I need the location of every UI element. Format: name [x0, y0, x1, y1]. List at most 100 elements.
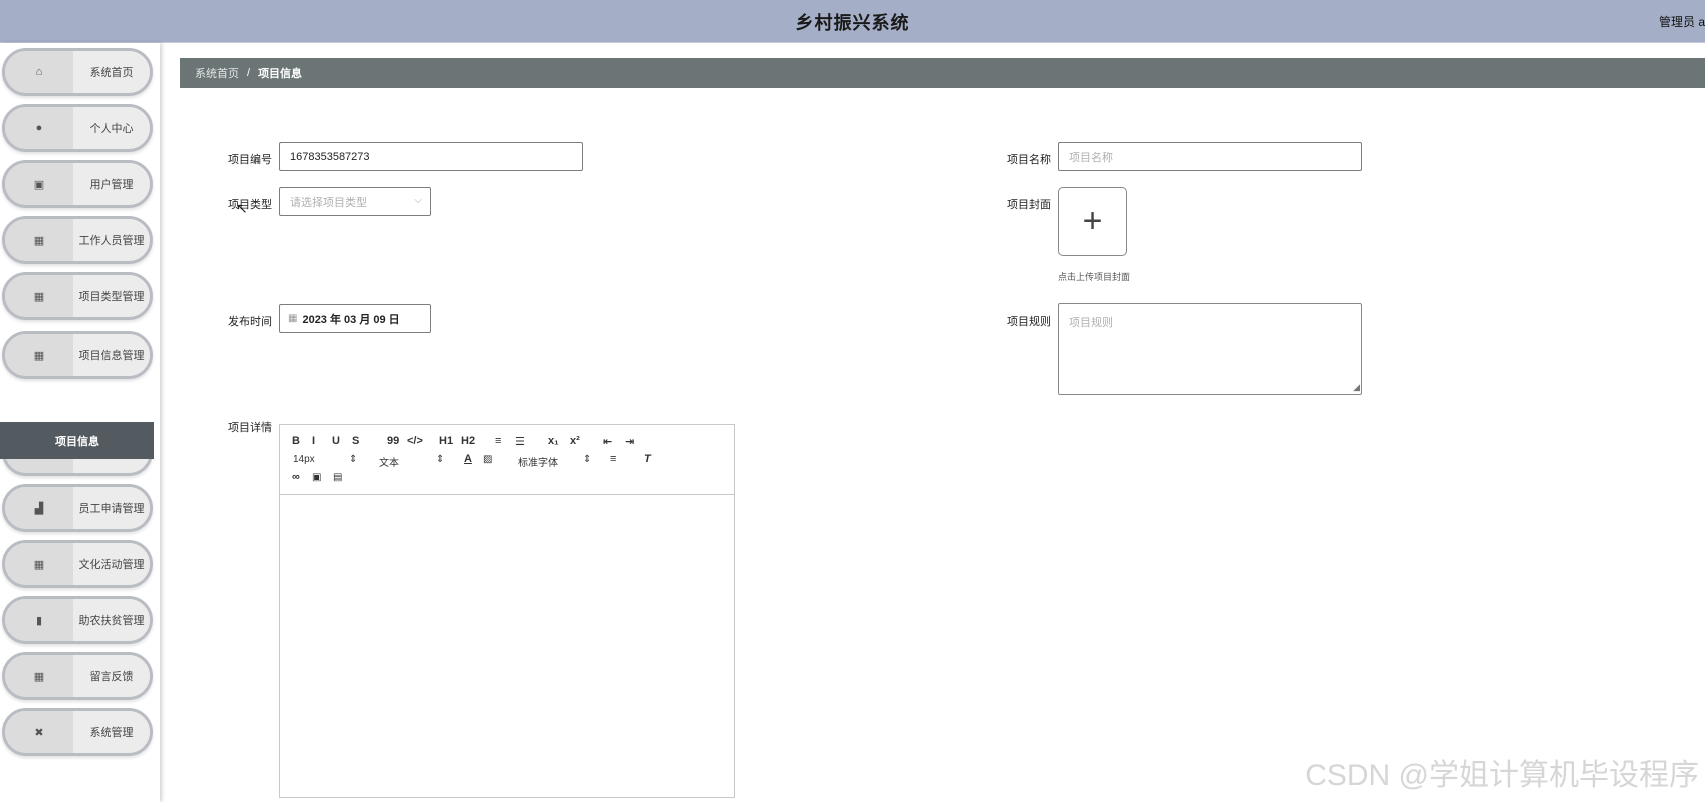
h1-icon[interactable]: H1	[439, 435, 453, 447]
sidebar-item-label: 文化活动管理	[73, 543, 150, 585]
sidebar-icon-container: ▦	[5, 219, 73, 261]
video-icon[interactable]: ▤	[333, 472, 342, 483]
project-rules-placeholder: 项目规则	[1069, 317, 1113, 329]
project-rules-textarea[interactable]: 项目规则 ◢	[1058, 303, 1362, 395]
font-color-icon[interactable]: A	[464, 453, 472, 465]
editor-content-area[interactable]	[280, 495, 734, 797]
user-label[interactable]: 管理员 ac	[1659, 13, 1705, 30]
sidebar-item-label: 项目信息管理	[73, 334, 150, 376]
editor-toolbar: B I U S 99 </> H1 H2 ≡ ☰ x₁ x² ⇤ ⇥ 14px ⇕ 文本 ⇕ A ▨ 标准…	[280, 425, 734, 495]
sidebar-item-label: 留言反馈	[73, 655, 150, 697]
sidebar-item-11[interactable]: ▦ 留言反馈	[2, 652, 153, 700]
sidebar-item-label: 系统管理	[73, 711, 150, 753]
breadcrumb-home[interactable]: 系统首页	[195, 65, 239, 81]
breadcrumb-separator: /	[247, 67, 251, 79]
sidebar-icon-container: ✖	[5, 711, 73, 753]
strikethrough-icon[interactable]: S	[352, 435, 359, 447]
grid-icon: ▦	[33, 234, 45, 247]
underline-icon[interactable]: U	[332, 435, 340, 447]
sidebar-item-4[interactable]: ▦ 工作人员管理	[2, 216, 153, 264]
sidebar-item-label: 助农扶贫管理	[73, 599, 150, 641]
project-cover-label: 项目封面	[1007, 199, 1051, 211]
breadcrumb: 系统首页 / 项目信息	[180, 58, 1705, 88]
project-name-label: 项目名称	[1007, 154, 1051, 166]
project-no-label: 项目编号	[228, 154, 272, 166]
background-color-icon[interactable]: ▨	[483, 454, 492, 465]
project-detail-label: 项目详情	[228, 422, 272, 434]
top-header: 乡村振兴系统 管理员 ac	[0, 0, 1705, 43]
sidebar-item-8[interactable]: ▟ 员工申请管理	[2, 484, 153, 532]
font-family-select[interactable]: 标准字体	[518, 454, 558, 469]
sidebar-item-label: 员工申请管理	[73, 487, 150, 529]
sidebar-icon-container: ▮	[5, 599, 73, 641]
project-rules-label: 项目规则	[1007, 316, 1051, 328]
subscript-icon[interactable]: x₁	[548, 435, 559, 447]
bullet-list-icon[interactable]: ☰	[515, 435, 525, 448]
font-size-arrow-icon: ⇕	[349, 454, 358, 465]
home-icon: ⌂	[35, 66, 43, 78]
font-size-select[interactable]: 14px	[293, 454, 315, 465]
sidebar-item-label: 项目类型管理	[73, 275, 150, 317]
calendar-icon: ▦	[288, 313, 298, 324]
bold-icon[interactable]: B	[292, 435, 300, 447]
app-title: 乡村振兴系统	[795, 13, 910, 33]
italic-icon[interactable]: I	[312, 435, 315, 447]
sidebar-icon-container: ▦	[5, 275, 73, 317]
rich-text-editor: B I U S 99 </> H1 H2 ≡ ☰ x₁ x² ⇤ ⇥ 14px ⇕ 文本 ⇕ A ▨ 标准…	[279, 424, 735, 798]
sidebar-item-2[interactable]: ● 个人中心	[2, 104, 153, 152]
publish-time-picker[interactable]: ▦ 2023 年 03 月 09 日	[279, 304, 431, 333]
publish-time-value: 2023 年 03 月 09 日	[302, 313, 400, 326]
sidebar-item-3[interactable]: ▣ 用户管理	[2, 160, 153, 208]
sidebar: ⌂系统首页●个人中心▣用户管理▦工作人员管理▦项目类型管理▦项目信息管理▬用户申…	[0, 43, 160, 802]
sidebar-item-label: 工作人员管理	[73, 219, 150, 261]
clear-format-icon[interactable]: T	[644, 453, 651, 465]
breadcrumb-current: 项目信息	[258, 68, 303, 80]
link-icon[interactable]: ∞	[292, 471, 300, 483]
project-type-select[interactable]: 请选择项目类型 ⌵	[279, 187, 431, 216]
text-style-arrow-icon: ⇕	[436, 454, 445, 465]
superscript-icon[interactable]: x²	[570, 435, 580, 447]
indent-icon[interactable]: ⇥	[625, 435, 634, 448]
plus-icon: +	[1082, 202, 1103, 240]
sidebar-icon-container: ⌂	[5, 51, 73, 93]
sidebar-subitem-project-info[interactable]: 项目信息	[0, 422, 154, 459]
ordered-list-icon[interactable]: ≡	[495, 435, 501, 447]
sidebar-item-5[interactable]: ▦ 项目类型管理	[2, 272, 153, 320]
publish-time-label: 发布时间	[228, 316, 272, 328]
resize-grip-icon[interactable]: ◢	[1353, 382, 1360, 393]
sidebar-icon-container: ▦	[5, 543, 73, 585]
watermark: CSDN @学姐计算机毕设程序	[1305, 759, 1699, 792]
sidebar-icon-container: ▣	[5, 163, 73, 205]
outdent-icon[interactable]: ⇤	[603, 435, 612, 448]
project-no-input[interactable]: 1678353587273	[279, 142, 583, 171]
sidebar-item-1[interactable]: ⌂ 系统首页	[2, 48, 153, 96]
sidebar-icon-container: ▦	[5, 655, 73, 697]
sidebar-icon-container: ●	[5, 107, 73, 149]
sidebar-item-12[interactable]: ✖ 系统管理	[2, 708, 153, 756]
bar-chart-icon: ▮	[35, 614, 43, 627]
sidebar-item-9[interactable]: ▦ 文化活动管理	[2, 540, 153, 588]
project-type-placeholder: 请选择项目类型	[290, 196, 367, 209]
quote-icon[interactable]: 99	[387, 435, 399, 447]
clipboard-icon: ▣	[33, 178, 45, 191]
mouse-cursor-icon: ↖	[236, 200, 248, 216]
image-icon[interactable]: ▣	[312, 472, 321, 483]
chevron-down-icon: ⌵	[414, 195, 422, 206]
sidebar-item-6[interactable]: ▦ 项目信息管理	[2, 331, 153, 379]
text-style-select[interactable]: 文本	[379, 454, 399, 469]
font-family-arrow-icon: ⇕	[583, 454, 592, 465]
grid-icon: ▦	[33, 349, 45, 362]
project-name-input[interactable]: 项目名称	[1058, 142, 1362, 171]
sidebar-item-label: 个人中心	[73, 107, 150, 149]
align-icon[interactable]: ≡	[610, 453, 616, 465]
code-icon[interactable]: </>	[407, 435, 423, 447]
person-icon: ●	[35, 122, 43, 134]
grid-icon: ▦	[33, 290, 45, 303]
grid-icon: ▦	[33, 670, 45, 683]
grid-icon: ▦	[33, 558, 45, 571]
sidebar-item-label: 系统首页	[73, 51, 150, 93]
ticket-icon: ✖	[34, 726, 44, 739]
sidebar-item-10[interactable]: ▮ 助农扶贫管理	[2, 596, 153, 644]
cover-upload-button[interactable]: +	[1058, 187, 1127, 256]
h2-icon[interactable]: H2	[461, 435, 475, 447]
